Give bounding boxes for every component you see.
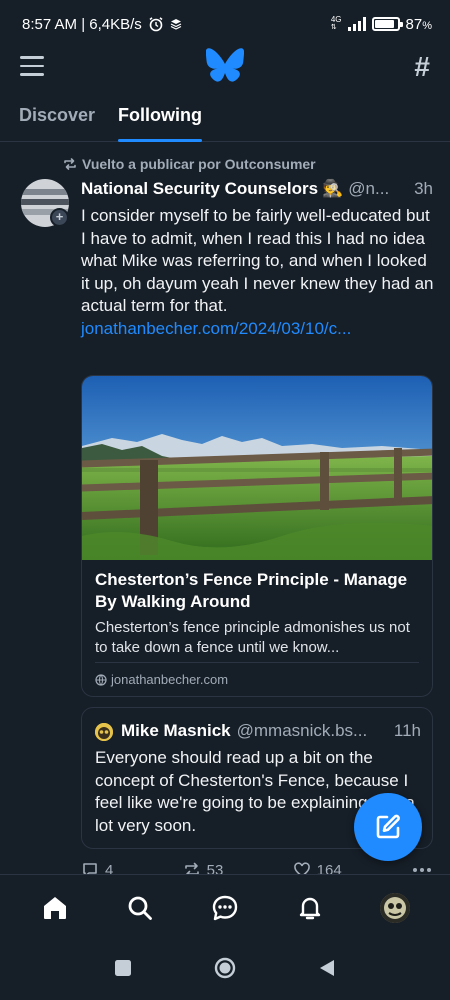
nav-chat[interactable] — [203, 886, 247, 930]
post-body: I consider myself to be fairly well-educ… — [81, 205, 436, 340]
card-description: Chesterton’s fence principle admonishes … — [95, 619, 410, 656]
butterfly-icon — [206, 48, 244, 82]
status-time: 8:57 AM | 6,4KB/s — [22, 15, 142, 33]
follow-plus-icon[interactable]: + — [50, 208, 69, 227]
profile-avatar — [380, 892, 411, 923]
bottom-navigation — [0, 874, 450, 940]
author-name[interactable]: National Security Counselors — [81, 179, 318, 199]
post-time[interactable]: 3h — [414, 179, 433, 199]
card-domain-row: jonathanbecher.com — [95, 672, 228, 687]
quote-author-handle[interactable]: @mmasnick.bs... — [237, 721, 390, 741]
compose-icon — [376, 814, 400, 839]
repost-icon — [64, 158, 76, 170]
nav-notifications[interactable] — [288, 886, 332, 930]
tab-discover[interactable]: Discover — [19, 96, 95, 141]
back-icon — [320, 959, 334, 976]
tab-following[interactable]: Following — [118, 96, 202, 142]
repost-indicator: Vuelto a publicar por Outconsumer — [63, 156, 316, 172]
post-text: I consider myself to be fairly well-educ… — [81, 206, 434, 315]
system-navigation — [0, 940, 450, 1000]
home-circle-icon — [214, 957, 236, 978]
card-domain: jonathanbecher.com — [111, 672, 229, 687]
back-button[interactable] — [318, 959, 336, 982]
link-card[interactable]: Chesterton’s Fence Principle - Manage By… — [81, 375, 433, 697]
quote-avatar[interactable] — [95, 723, 113, 741]
repost-label[interactable]: Vuelto a publicar por Outconsumer — [82, 156, 316, 172]
quote-time[interactable]: 11h — [394, 721, 421, 741]
alarm-icon — [149, 17, 163, 32]
quote-author-name[interactable]: Mike Masnick — [121, 721, 231, 741]
compose-button[interactable] — [354, 793, 422, 861]
nav-search[interactable] — [118, 886, 162, 930]
recents-button[interactable] — [114, 959, 132, 982]
chat-icon — [212, 895, 238, 920]
hamburger-icon[interactable] — [20, 56, 44, 76]
author-handle[interactable]: @n... — [348, 179, 410, 199]
post-link[interactable]: jonathanbecher.com/2024/03/10/c... — [81, 319, 351, 338]
battery-icon — [371, 17, 403, 31]
card-title: Chesterton’s Fence Principle - Manage By… — [95, 570, 408, 611]
layers-icon — [170, 19, 182, 30]
post-header: National Security Counselors 🕵️ @n... 3h — [81, 179, 433, 199]
data-arrows-icon: ⇅ — [330, 24, 337, 31]
nav-profile[interactable] — [373, 886, 417, 930]
home-icon — [43, 896, 66, 919]
hash-icon[interactable]: # — [414, 51, 430, 83]
signal-icon — [347, 17, 366, 31]
home-button[interactable] — [214, 957, 236, 984]
status-bar: 8:57 AM | 6,4KB/s 4G ⇅ 87% — [22, 15, 432, 33]
card-divider — [95, 662, 419, 663]
recents-icon — [115, 959, 131, 976]
network-type: 4G — [330, 15, 342, 24]
bell-icon — [299, 897, 321, 919]
feed-tabs: Discover Following — [0, 96, 450, 142]
author-emoji: 🕵️ — [322, 179, 344, 198]
quote-header: Mike Masnick @mmasnick.bs... 11h — [121, 721, 421, 741]
battery-percent: 87 — [405, 15, 423, 33]
search-icon — [128, 896, 152, 920]
globe-icon — [95, 673, 107, 686]
nav-home[interactable] — [33, 886, 77, 930]
app-header: # — [0, 48, 450, 88]
card-image — [82, 376, 432, 560]
